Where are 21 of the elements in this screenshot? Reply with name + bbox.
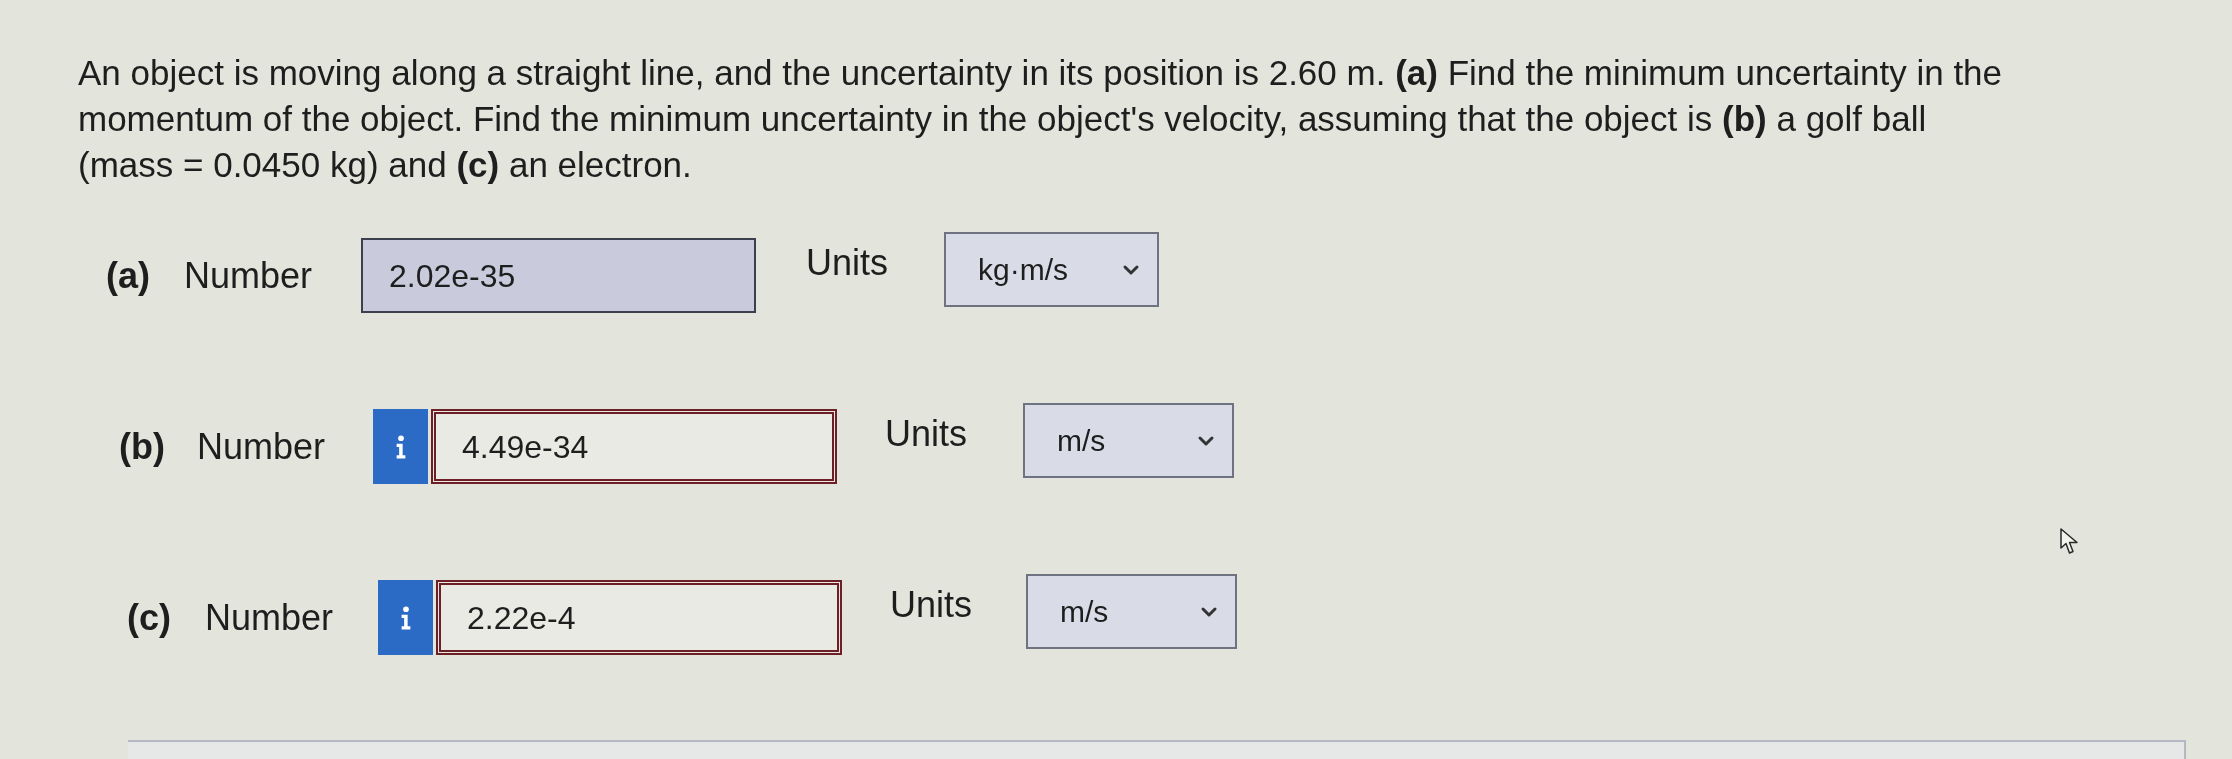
- units-label: Units: [885, 412, 968, 456]
- units-select[interactable]: kg·m/s: [944, 232, 1160, 307]
- number-label: Number: [184, 253, 314, 298]
- units-select[interactable]: m/s: [1026, 574, 1238, 649]
- units-label: Units: [890, 583, 973, 627]
- units-label: Units: [806, 241, 889, 285]
- number-label: Number: [197, 424, 327, 469]
- part-label: (c): [127, 595, 172, 640]
- number-input-field[interactable]: 2.02e-35: [361, 238, 756, 313]
- number-input-field[interactable]: 4.49e-34: [431, 409, 837, 484]
- part-label: (b): [119, 424, 166, 469]
- number-input-field[interactable]: 2.22e-4: [436, 580, 842, 655]
- number-label: Number: [205, 595, 335, 640]
- info-button[interactable]: [378, 580, 433, 655]
- part-label: (a): [106, 253, 151, 298]
- info-icon: [399, 605, 412, 630]
- mouse-pointer-icon: [2060, 528, 2080, 555]
- units-select[interactable]: m/s: [1023, 403, 1235, 478]
- info-button[interactable]: [373, 409, 428, 484]
- question-text: An object is moving along a straight line, and the uncertainty in its position is 2.60 m. (a) Find the minimum uncertainty in the momentum of the object. Find the minimum uncertainty in the object's velocity, assuming that the object is (b) a golf ball (mass = 0.0450 kg) and (c) an electron.: [78, 52, 2004, 186]
- info-icon: [394, 434, 407, 459]
